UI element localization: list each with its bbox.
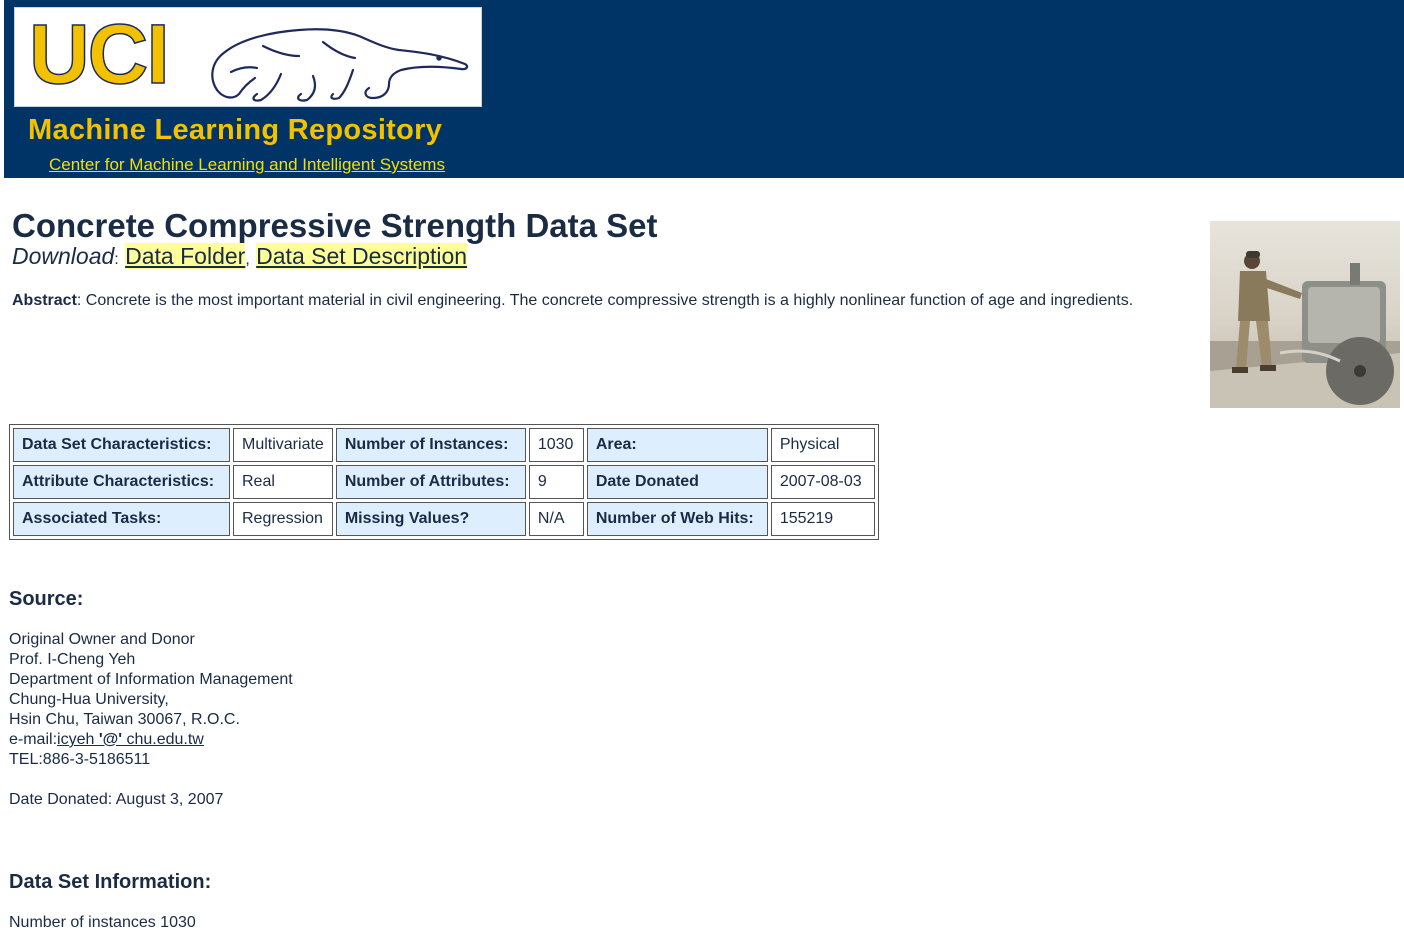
tel-line: TEL:886-3-5186511 <box>9 751 151 768</box>
source-line: Original Owner and Donor <box>9 631 195 648</box>
download-label: Download <box>12 243 115 269</box>
table-value: 2007-08-03 <box>770 465 875 499</box>
uci-logo-text: UCI <box>28 7 170 101</box>
date-donated-line: Date Donated: August 3, 2007 <box>9 791 224 808</box>
repository-title: Machine Learning Repository <box>28 114 443 146</box>
table-label: Data Set Characteristics: <box>13 428 230 462</box>
email-line: e-mail:icyeh '@' chu.edu.tw <box>9 730 293 750</box>
data-set-description-link[interactable]: Data Set Description <box>256 243 468 269</box>
table-label: Associated Tasks: <box>13 502 230 536</box>
table-label: Number of Instances: <box>335 428 526 462</box>
abstract: Abstract: Concrete is the most important… <box>12 292 1133 310</box>
table-value: Regression <box>233 502 333 536</box>
table-value: 9 <box>528 465 584 499</box>
instances-line: Number of instances 1030 <box>9 914 196 931</box>
table-label: Attribute Characteristics: <box>13 465 230 499</box>
email-user: icyeh <box>57 731 99 748</box>
email-prefix: e-mail: <box>9 731 58 748</box>
characteristics-table: Data Set Characteristics: Multivariate N… <box>9 424 879 540</box>
anteater-icon <box>211 28 469 102</box>
data-folder-link[interactable]: Data Folder <box>125 243 246 269</box>
table-value: N/A <box>528 502 584 536</box>
center-link[interactable]: Center for Machine Learning and Intellig… <box>49 155 445 175</box>
uci-logo[interactable]: UCI <box>14 7 482 107</box>
download-colon: : <box>114 251 119 268</box>
table-value: Multivariate <box>233 428 333 462</box>
dataset-info-heading: Data Set Information: <box>9 871 212 893</box>
source-heading: Source: <box>9 588 84 610</box>
source-line: Chung-Hua University, <box>9 691 169 708</box>
table-value: Real <box>233 465 333 499</box>
abstract-label: Abstract <box>12 292 77 309</box>
table-label: Number of Web Hits: <box>586 502 768 536</box>
abstract-text: : Concrete is the most important materia… <box>76 292 1134 309</box>
table-row: Data Set Characteristics: Multivariate N… <box>13 428 875 462</box>
link-separator: , <box>245 251 250 268</box>
source-line: Department of Information Management <box>9 671 293 688</box>
table-label: Date Donated <box>586 465 768 499</box>
table-value: 155219 <box>770 502 875 536</box>
table-value: Physical <box>770 428 875 462</box>
table-row: Associated Tasks: Regression Missing Val… <box>13 502 875 536</box>
page-title: Concrete Compressive Strength Data Set <box>12 207 658 244</box>
table-row: Attribute Characteristics: Real Number o… <box>13 465 875 499</box>
download-line: Download: Data Folder, Data Set Descript… <box>12 243 468 270</box>
table-value: 1030 <box>528 428 584 462</box>
source-block: Original Owner and Donor Prof. I-Cheng Y… <box>9 630 293 770</box>
table-label: Area: <box>586 428 768 462</box>
table-label: Missing Values? <box>335 502 526 536</box>
email-link[interactable]: icyeh '@' chu.edu.tw <box>57 731 204 748</box>
source-line: Hsin Chu, Taiwan 30067, R.O.C. <box>9 711 240 728</box>
email-domain: chu.edu.tw <box>122 731 204 748</box>
site-header: UCI Machine Learning Repository Center f… <box>4 0 1404 178</box>
table-label: Number of Attributes: <box>335 465 526 499</box>
source-line: Prof. I-Cheng Yeh <box>9 651 136 668</box>
email-at: '@' <box>98 731 123 748</box>
concrete-saw-photo <box>1210 221 1400 408</box>
